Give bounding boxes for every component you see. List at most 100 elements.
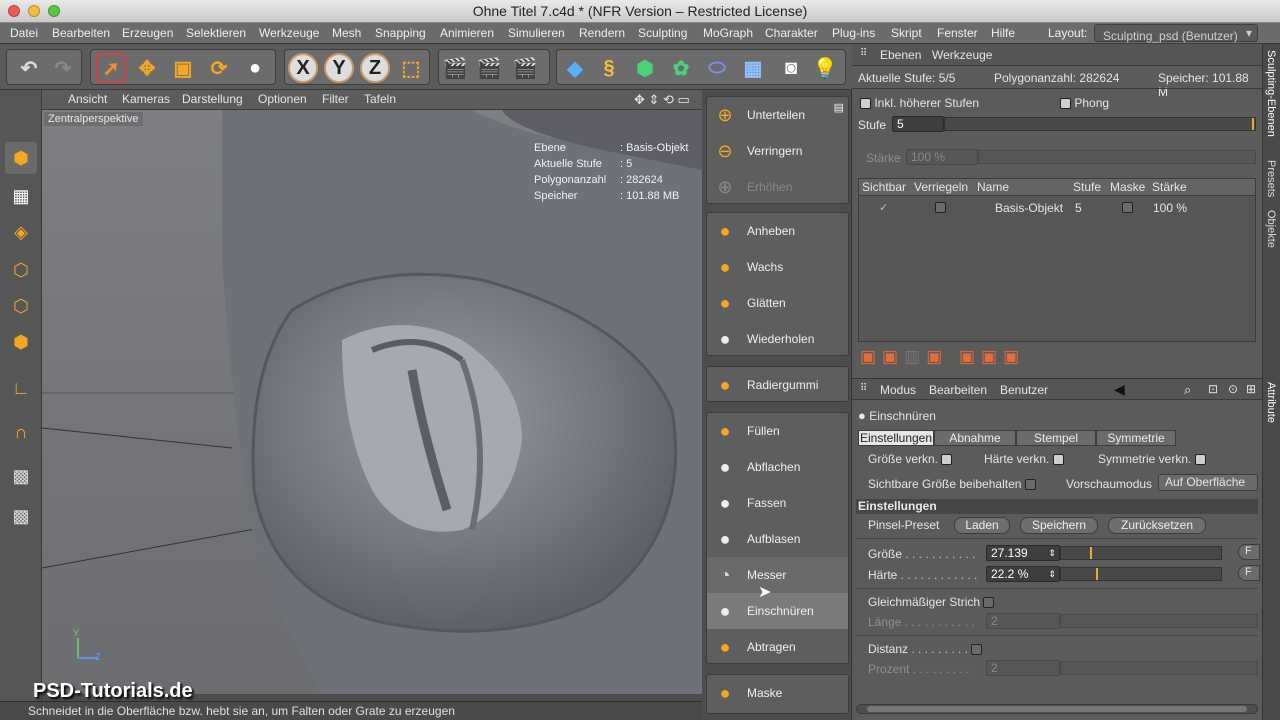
col-staerke[interactable]: Stärke <box>1152 180 1187 194</box>
cube-icon[interactable]: ◆ <box>560 53 590 83</box>
menu-charakter[interactable]: Charakter <box>765 26 818 40</box>
layer-action-icons[interactable]: ▣▣▥▣ ▣▣▣ <box>860 347 1025 367</box>
size-slider-handle[interactable] <box>1089 547 1092 559</box>
visible-size-checkbox[interactable] <box>1024 479 1036 491</box>
even-stroke-checkbox[interactable] <box>983 597 995 609</box>
camera-icon[interactable]: ◙ <box>776 53 806 83</box>
brush-maske[interactable]: ● Maske <box>707 675 848 711</box>
panel-menu-icon[interactable]: ▤ <box>834 101 844 114</box>
menu-datei[interactable]: Datei <box>10 26 38 40</box>
floor-icon[interactable]: ▦ <box>738 53 768 83</box>
menu-erzeugen[interactable]: Erzeugen <box>122 26 173 40</box>
menu-bearbeiten[interactable]: Bearbeiten <box>52 26 110 40</box>
snap-settings-icon[interactable]: ▩ <box>5 500 37 532</box>
brush-glaetten[interactable]: ● Glätten <box>707 285 848 321</box>
y-axis-icon[interactable]: Y <box>324 53 354 83</box>
array-icon[interactable]: ✿ <box>666 53 696 83</box>
tab-attributes[interactable]: Attribute <box>1265 382 1277 423</box>
length-slider[interactable] <box>1060 614 1258 628</box>
attr-menu-benutzer[interactable]: Benutzer <box>1000 383 1048 397</box>
lock-checkbox[interactable] <box>935 202 946 213</box>
brush-abtragen[interactable]: ● Abtragen <box>707 629 848 665</box>
menu-plugins[interactable]: Plug-ins <box>832 26 875 40</box>
scrollbar-thumb[interactable] <box>867 706 1247 712</box>
rotate-icon[interactable]: ⟳ <box>204 53 234 83</box>
col-stufe[interactable]: Stufe <box>1073 180 1101 194</box>
brush-wiederholen[interactable]: ● Wiederholen <box>707 321 848 357</box>
col-verriegeln[interactable]: Verriegeln <box>914 180 968 194</box>
tab-sculpting-layers[interactable]: Sculpting-Ebenen <box>1265 50 1277 137</box>
select-arrow-icon[interactable]: ➚ <box>96 53 126 83</box>
tab-einstellungen[interactable]: Einstellungen <box>858 430 934 446</box>
hardness-slider[interactable] <box>1060 567 1222 581</box>
menu-fenster[interactable]: Fenster <box>937 26 978 40</box>
light-icon[interactable]: 💡 <box>810 53 840 83</box>
polygons-mode-icon[interactable]: ⬢ <box>5 326 37 358</box>
brush-abflachen[interactable]: ● Abflachen <box>707 449 848 485</box>
menu-rendern[interactable]: Rendern <box>579 26 625 40</box>
back-arrow-icon[interactable]: ◀ <box>1114 381 1125 398</box>
scale-icon[interactable]: ▣ <box>168 53 198 83</box>
staerke-slider[interactable] <box>978 150 1256 164</box>
undo-icon[interactable]: ↶ <box>14 53 44 83</box>
search-icon[interactable]: ⌕ <box>1184 382 1191 398</box>
brush-radiergummi[interactable]: ● Radiergummi <box>707 367 848 403</box>
percent-slider[interactable] <box>1060 661 1258 675</box>
minimize-window-button[interactable] <box>28 5 40 17</box>
brush-aufblasen[interactable]: ● Aufblasen <box>707 521 848 557</box>
preview-mode-select[interactable]: Auf Oberfläche <box>1158 474 1258 491</box>
deformer-icon[interactable]: ⬭ <box>702 53 732 83</box>
snap-lock-icon[interactable]: ▩ <box>5 460 37 492</box>
stepper-icon[interactable]: ⇕ <box>1048 546 1056 560</box>
hardness-pressure-button[interactable]: F <box>1238 565 1260 581</box>
menu-mograph[interactable]: MoGraph <box>703 26 753 40</box>
layout-select[interactable]: Sculpting_psd (Benutzer) ▾ <box>1094 24 1258 43</box>
axis-mode-icon[interactable]: ∟ <box>5 372 37 404</box>
col-maske[interactable]: Maske <box>1110 180 1145 194</box>
menu-hilfe[interactable]: Hilfe <box>991 26 1015 40</box>
reset-button[interactable]: Zurücksetzen <box>1108 517 1206 534</box>
size-slider[interactable] <box>1060 546 1222 560</box>
coordinate-system-icon[interactable]: ⬚ <box>396 53 426 83</box>
magnet-icon[interactable]: ∩ <box>5 416 37 448</box>
close-window-button[interactable] <box>8 5 20 17</box>
viewport-nav-icons[interactable]: ✥ ⇕ ⟲ ▭ <box>634 92 690 108</box>
size-link-checkbox[interactable] <box>941 454 953 466</box>
zoom-window-button[interactable] <box>48 5 60 17</box>
attr-menu-bearbeiten[interactable]: Bearbeiten <box>929 383 987 397</box>
save-button[interactable]: Speichern <box>1020 517 1098 534</box>
brush-fuellen[interactable]: ● Füllen <box>707 413 848 449</box>
stepper-icon[interactable]: ⇕ <box>1048 567 1056 581</box>
new-panel-icon[interactable]: ⊞ <box>1246 382 1256 396</box>
hardness-slider-handle[interactable] <box>1096 568 1099 580</box>
menu-selektieren[interactable]: Selektieren <box>186 26 246 40</box>
size-field[interactable]: 27.139 ⇕ <box>986 545 1060 561</box>
spline-icon[interactable]: § <box>594 53 624 83</box>
vp-menu-tafeln[interactable]: Tafeln <box>364 92 396 106</box>
incl-higher-levels-checkbox[interactable] <box>860 98 871 110</box>
stufe-field[interactable]: 5 <box>892 116 944 132</box>
move-icon[interactable]: ✥ <box>132 53 162 83</box>
z-axis-icon[interactable]: Z <box>360 53 390 83</box>
visible-check-icon[interactable]: ✓ <box>879 201 888 214</box>
menu-sculpting[interactable]: Sculpting <box>638 26 687 40</box>
lock-icon[interactable]: ⊡ <box>1208 382 1218 396</box>
length-field[interactable]: 2 <box>986 613 1060 629</box>
menu-mesh[interactable]: Mesh <box>332 26 361 40</box>
render-picture-icon[interactable]: 🎬 <box>474 53 504 83</box>
symmetry-link-checkbox[interactable] <box>1194 454 1206 466</box>
phong-checkbox[interactable] <box>1060 98 1071 110</box>
menu-simulieren[interactable]: Simulieren <box>508 26 565 40</box>
attributes-scrollbar[interactable] <box>856 704 1258 714</box>
staerke-field[interactable]: 100 % <box>906 149 978 165</box>
vp-menu-ansicht[interactable]: Ansicht <box>68 92 107 106</box>
texture-mode-icon[interactable]: ▦ <box>5 180 37 212</box>
mask-checkbox[interactable] <box>1122 202 1133 213</box>
distance-checkbox[interactable] <box>971 644 983 656</box>
tab-objects[interactable]: Objekte <box>1265 210 1277 248</box>
table-row[interactable]: ✓ Basis-Objekt 5 100 % <box>859 199 1255 217</box>
brush-erhoehen[interactable]: ⊕ Erhöhen <box>707 169 848 205</box>
x-axis-icon[interactable]: X <box>288 53 318 83</box>
vp-menu-kameras[interactable]: Kameras <box>122 92 170 106</box>
stufe-slider[interactable] <box>944 117 1256 131</box>
